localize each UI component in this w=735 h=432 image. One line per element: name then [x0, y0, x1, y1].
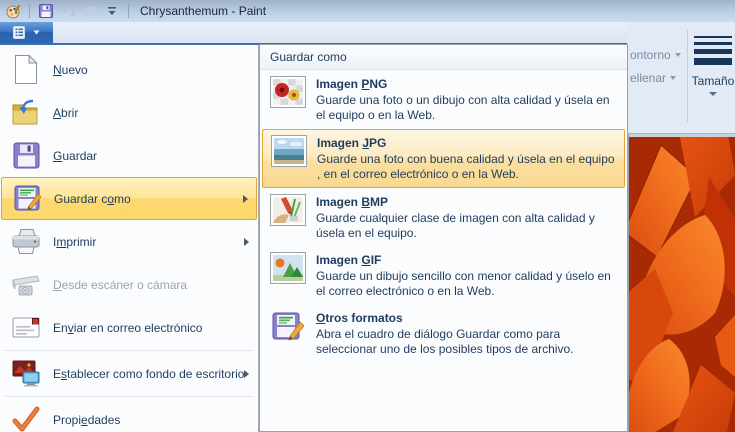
- scanner-camera-icon: [9, 272, 43, 298]
- chevron-down-icon: [33, 30, 40, 35]
- toolbar-separator: [29, 4, 30, 18]
- submenu-item-description: Guarde un dibujo sencillo con menor cali…: [316, 269, 617, 299]
- save-as-icon: [10, 185, 44, 213]
- file-menu-panel: Nuevo Abrir Guardar: [0, 45, 259, 432]
- title-bar: Chrysanthemum - Paint: [0, 0, 735, 22]
- other-formats-icon: [270, 310, 306, 342]
- toolbar-separator: [128, 4, 129, 18]
- checkmark-icon: [9, 406, 43, 432]
- line-weight-icon: [694, 36, 732, 65]
- submenu-item-description: Guarde cualquier clase de imagen con alt…: [316, 211, 617, 241]
- submenu-item-description: Guarde una foto con buena calidad y úsel…: [317, 152, 616, 182]
- chevron-down-icon: [675, 53, 681, 57]
- submenu-item-gif[interactable]: Imagen GIF Guarde un dibujo sencillo con…: [262, 247, 625, 304]
- customize-toolbar-icon[interactable]: [103, 2, 121, 20]
- menu-item-label: Propiedades: [53, 413, 120, 427]
- menu-separator: [4, 396, 254, 397]
- menu-item-abrir[interactable]: Abrir: [1, 91, 257, 134]
- menu-item-enviar-correo[interactable]: Enviar en correo electrónico: [1, 306, 257, 349]
- png-thumbnail-icon: [270, 76, 306, 108]
- chevron-down-icon: [670, 76, 676, 80]
- ribbon-fragment: ontorno ellenar Tamaño: [627, 22, 735, 134]
- file-list-icon: [13, 26, 29, 39]
- submenu-arrow-icon: [244, 238, 249, 246]
- menu-bar: [0, 22, 735, 45]
- submenu-arrow-icon: [244, 370, 249, 378]
- size-button[interactable]: Tamaño: [691, 32, 735, 128]
- window-title: Chrysanthemum - Paint: [140, 4, 266, 18]
- undo-icon[interactable]: [59, 2, 77, 20]
- printer-icon: [9, 228, 43, 255]
- submenu-item-title: Imagen JPG: [317, 136, 616, 150]
- submenu-item-title: Imagen GIF: [316, 253, 617, 267]
- size-button-label: Tamaño: [692, 74, 735, 88]
- quick-access-toolbar: [4, 2, 132, 20]
- menu-separator: [4, 350, 254, 351]
- menu-item-desde-escaner: Desde escáner o cámara: [1, 263, 257, 306]
- menu-item-label: Abrir: [53, 106, 78, 120]
- paint-app-icon[interactable]: [4, 2, 22, 20]
- menu-item-label: Guardar como: [54, 192, 131, 206]
- submenu-item-jpg[interactable]: Imagen JPG Guarde una foto con buena cal…: [262, 129, 625, 188]
- submenu-item-title: Otros formatos: [316, 311, 617, 325]
- menu-item-propiedades[interactable]: Propiedades: [1, 398, 257, 432]
- submenu-arrow-icon: [243, 195, 248, 203]
- redo-icon[interactable]: [81, 2, 99, 20]
- menu-item-guardar-como[interactable]: Guardar como: [1, 177, 257, 220]
- menu-item-nuevo[interactable]: Nuevo: [1, 48, 257, 91]
- save-icon: [9, 142, 43, 169]
- menu-item-guardar[interactable]: Guardar: [1, 134, 257, 177]
- email-icon: [9, 317, 43, 338]
- submenu-header: Guardar como: [260, 45, 627, 70]
- menu-item-fondo-escritorio[interactable]: Establecer como fondo de escritorio: [1, 352, 257, 395]
- menu-item-label: Guardar: [53, 149, 97, 163]
- rellenar-button[interactable]: ellenar: [630, 71, 676, 85]
- desktop-background-icon: [9, 360, 43, 387]
- contorno-button[interactable]: ontorno: [630, 48, 681, 62]
- submenu-item-otros-formatos[interactable]: Otros formatos Abra el cuadro de diálogo…: [262, 305, 625, 362]
- chevron-down-icon: [709, 92, 717, 96]
- gif-thumbnail-icon: [270, 252, 306, 284]
- open-folder-icon: [9, 99, 43, 127]
- jpg-thumbnail-icon: [271, 135, 307, 167]
- menu-item-label: Imprimir: [53, 235, 96, 249]
- submenu-item-description: Guarde una foto o un dibujo con alta cal…: [316, 93, 617, 123]
- menu-item-imprimir[interactable]: Imprimir: [1, 220, 257, 263]
- new-document-icon: [9, 54, 43, 85]
- chrysanthemum-photo: [629, 137, 735, 432]
- menu-item-label: Nuevo: [53, 63, 88, 77]
- paint-window: Chrysanthemum - Paint ontorno ellenar Ta…: [0, 0, 735, 432]
- menu-item-label: Establecer como fondo de escritorio: [53, 367, 244, 381]
- submenu-item-title: Imagen BMP: [316, 195, 617, 209]
- bmp-thumbnail-icon: [270, 194, 306, 226]
- submenu-item-png[interactable]: Imagen PNG Guarde una foto o un dibujo c…: [262, 71, 625, 128]
- file-menu-button[interactable]: [0, 22, 53, 43]
- ribbon-group-separator: [687, 30, 688, 122]
- save-quick-icon[interactable]: [37, 2, 55, 20]
- submenu-item-description: Abra el cuadro de diálogo Guardar como p…: [316, 327, 617, 357]
- canvas[interactable]: [627, 134, 735, 432]
- menu-item-label: Desde escáner o cámara: [53, 278, 187, 292]
- submenu-item-bmp[interactable]: Imagen BMP Guarde cualquier clase de ima…: [262, 189, 625, 246]
- submenu-item-title: Imagen PNG: [316, 77, 617, 91]
- right-area: ontorno ellenar Tamaño: [627, 22, 735, 432]
- menu-item-label: Enviar en correo electrónico: [53, 321, 202, 335]
- guardar-como-submenu: Guardar como Imagen PNG Guarde una foto …: [259, 44, 628, 432]
